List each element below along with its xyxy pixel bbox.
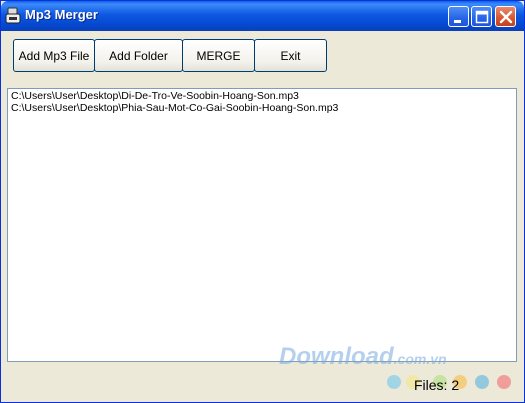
decorative-dot xyxy=(475,375,489,389)
minimize-icon xyxy=(454,20,461,23)
close-button[interactable] xyxy=(495,6,516,27)
files-count-label: Files: 2 xyxy=(414,377,460,393)
maximize-button[interactable] xyxy=(471,6,492,27)
app-window: Mp3 Merger Add Mp3 File Add Folder MERGE… xyxy=(0,0,525,403)
app-icon[interactable] xyxy=(5,7,21,25)
watermark-suffix: .com.vn xyxy=(393,351,447,367)
merge-button[interactable]: MERGE xyxy=(182,39,255,72)
file-list[interactable]: C:\Users\User\Desktop\Di-De-Tro-Ve-Soobi… xyxy=(7,88,517,362)
add-mp3-file-button[interactable]: Add Mp3 File xyxy=(13,39,95,72)
decorative-dot xyxy=(387,375,401,389)
close-icon xyxy=(499,10,513,24)
list-item[interactable]: C:\Users\User\Desktop\Di-De-Tro-Ve-Soobi… xyxy=(9,90,338,102)
watermark-main: Download xyxy=(279,343,394,370)
decorative-dot xyxy=(497,375,511,389)
watermark: Download.com.vn xyxy=(279,343,447,371)
minimize-button[interactable] xyxy=(448,6,469,27)
list-item[interactable]: C:\Users\User\Desktop\Phia-Sau-Mot-Co-Ga… xyxy=(9,102,338,114)
exit-button[interactable]: Exit xyxy=(254,39,327,72)
window-title: Mp3 Merger xyxy=(25,7,98,22)
title-bar[interactable]: Mp3 Merger xyxy=(1,1,524,31)
add-folder-button[interactable]: Add Folder xyxy=(94,39,183,72)
maximize-icon xyxy=(475,10,489,24)
